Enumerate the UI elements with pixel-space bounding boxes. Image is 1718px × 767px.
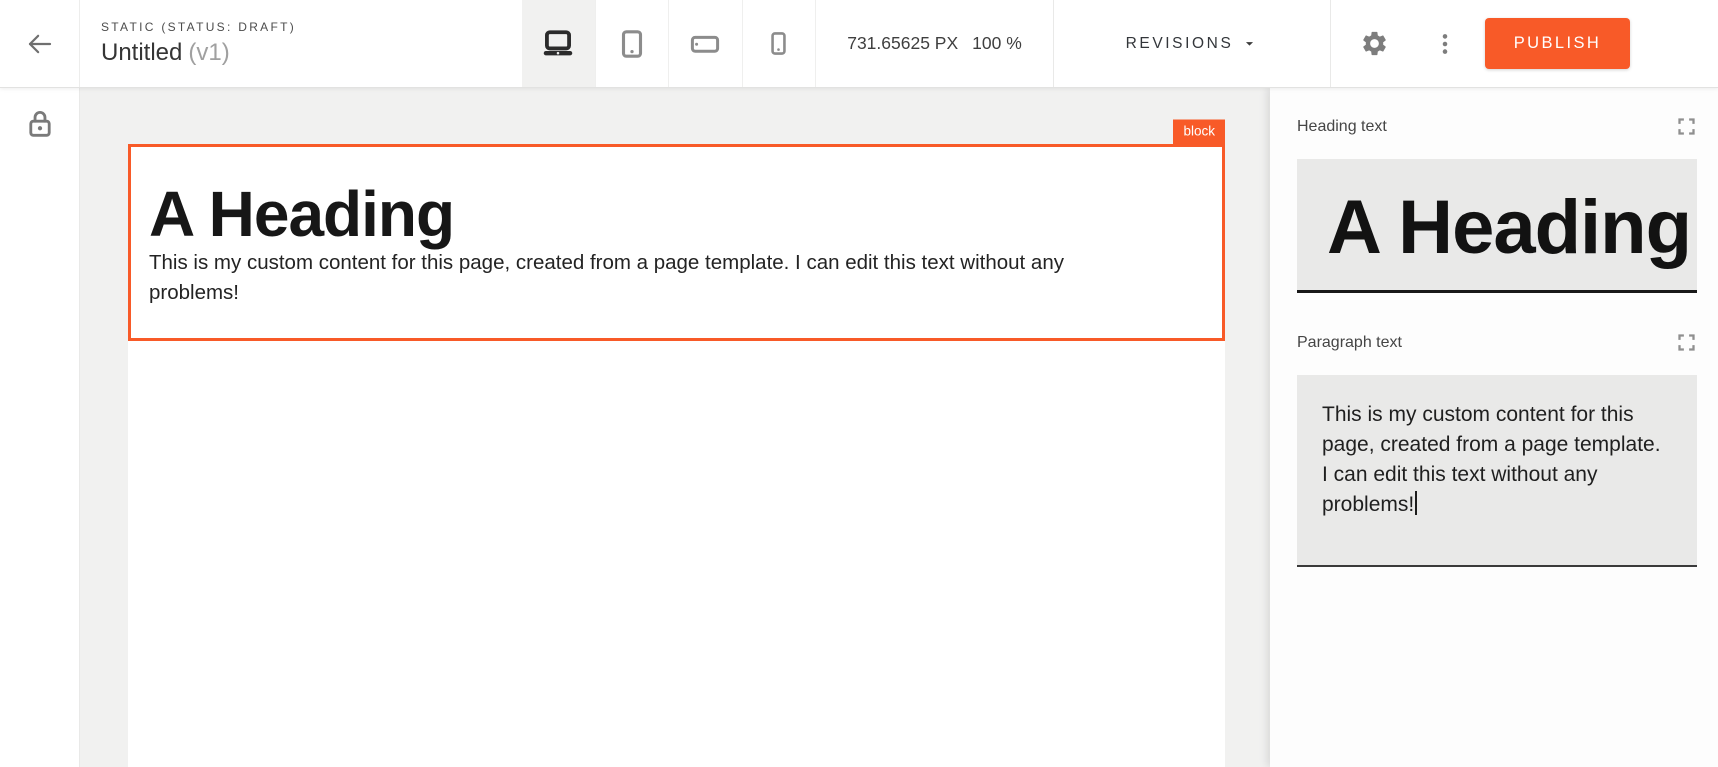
back-button[interactable]: [0, 0, 80, 87]
fullscreen-icon: [1676, 332, 1697, 353]
heading-field: Heading text A Heading: [1297, 116, 1697, 293]
tablet-icon: [615, 27, 649, 61]
device-tablet-button[interactable]: [595, 0, 669, 87]
topbar-actions: PUBLISH: [1330, 0, 1718, 87]
field-editor-sidebar: Heading text A Heading Paragraph text: [1270, 88, 1718, 767]
left-rail: [0, 88, 80, 767]
more-options-button[interactable]: [1432, 31, 1458, 57]
phone-portrait-icon: [763, 28, 794, 59]
revisions-label: REVISIONS: [1126, 35, 1234, 53]
page-preview: block A Heading This is my custom conten…: [128, 144, 1225, 767]
paragraph-field-label: Paragraph text: [1297, 334, 1402, 352]
gear-icon: [1360, 29, 1389, 58]
top-bar: STATIC (STATUS: DRAFT) Untitled(v1): [0, 0, 1718, 88]
chevron-down-icon: [1241, 35, 1258, 52]
kebab-menu-icon: [1432, 31, 1458, 57]
settings-button[interactable]: [1360, 29, 1389, 58]
paragraph-field-value: This is my custom content for this page,…: [1322, 403, 1661, 516]
lock-icon: [23, 107, 57, 141]
document-type-status: STATIC (STATUS: DRAFT): [101, 20, 522, 34]
arrow-left-icon: [25, 29, 55, 59]
heading-field-input[interactable]: A Heading: [1297, 159, 1697, 293]
device-preview-toolbar: [522, 0, 815, 87]
fullscreen-icon: [1676, 116, 1697, 137]
zoom-level-value: 100 %: [972, 33, 1022, 54]
lock-toggle-button[interactable]: [23, 107, 57, 141]
heading-field-label: Heading text: [1297, 118, 1387, 136]
version-label: (v1): [188, 39, 229, 66]
heading-field-expand-button[interactable]: [1676, 116, 1697, 137]
heading-field-value: A Heading: [1327, 184, 1691, 266]
paragraph-field: Paragraph text This is my custom content…: [1297, 332, 1697, 567]
block-type-badge: block: [1173, 120, 1225, 145]
paragraph-field-expand-button[interactable]: [1676, 332, 1697, 353]
document-title-group[interactable]: STATIC (STATUS: DRAFT) Untitled(v1): [80, 0, 522, 87]
laptop-icon: [539, 25, 577, 63]
viewport-width-value: 731.65625 PX: [847, 33, 958, 54]
phone-landscape-icon: [687, 26, 723, 62]
page-title: Untitled: [101, 39, 182, 66]
device-phone-portrait-button[interactable]: [742, 0, 816, 87]
page-heading[interactable]: A Heading: [149, 182, 1202, 246]
viewport-dimensions: 731.65625 PX 100 %: [815, 0, 1053, 87]
device-desktop-button[interactable]: [522, 0, 595, 87]
editor-canvas: block A Heading This is my custom conten…: [80, 88, 1270, 767]
device-phone-landscape-button[interactable]: [668, 0, 742, 87]
revisions-dropdown[interactable]: REVISIONS: [1053, 0, 1330, 87]
page-paragraph[interactable]: This is my custom content for this page,…: [149, 248, 1109, 308]
paragraph-field-input[interactable]: This is my custom content for this page,…: [1297, 375, 1697, 567]
publish-button[interactable]: PUBLISH: [1485, 18, 1630, 69]
content-block[interactable]: block A Heading This is my custom conten…: [128, 144, 1225, 341]
text-cursor: [1415, 491, 1417, 515]
